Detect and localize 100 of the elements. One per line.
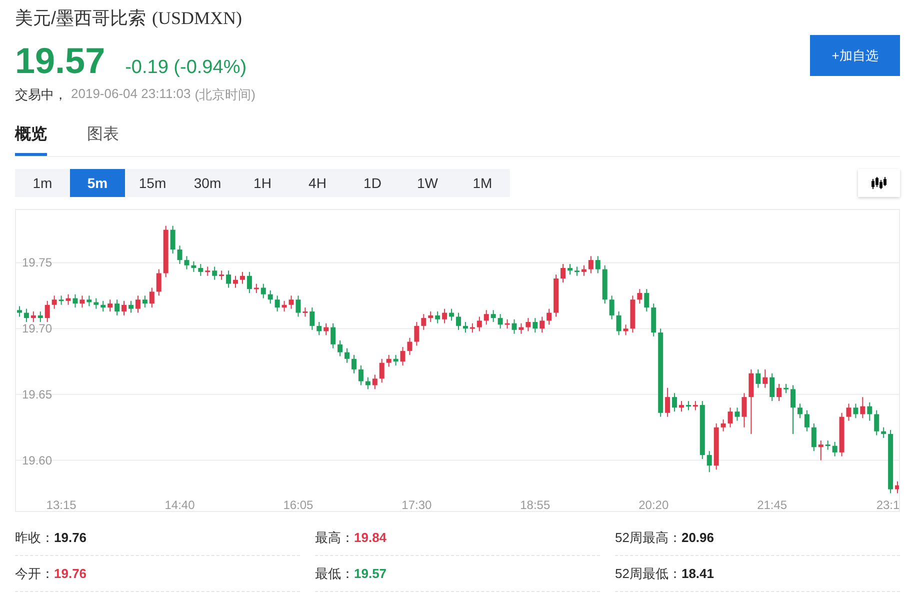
- candle: [330, 322, 336, 349]
- candle: [456, 312, 461, 330]
- x-axis-label: 17:30: [402, 498, 432, 511]
- candle: [379, 358, 384, 384]
- candle: [170, 225, 176, 254]
- candle: [184, 256, 190, 270]
- candle: [756, 368, 761, 388]
- interval-tab[interactable]: 4H: [290, 169, 345, 197]
- candle: [651, 303, 656, 337]
- stat-label: 昨收：: [15, 528, 54, 546]
- candle: [66, 294, 71, 306]
- candle: [386, 354, 392, 368]
- x-axis-label: 21:45: [757, 498, 788, 511]
- candle: [226, 270, 232, 288]
- candle: [602, 264, 608, 304]
- candle: [414, 321, 420, 346]
- stat-value: 18.41: [681, 566, 714, 581]
- candle: [637, 288, 642, 304]
- candle: [790, 384, 796, 434]
- candle: [504, 318, 510, 330]
- interval-tab[interactable]: 5m: [70, 169, 125, 197]
- trading-status: 交易中，: [15, 86, 67, 104]
- timestamp: 2019-06-04 23:11:03: [71, 86, 191, 103]
- candle: [888, 430, 894, 494]
- candle: [122, 300, 126, 316]
- candle: [156, 268, 162, 296]
- candle: [316, 321, 322, 336]
- candle: [372, 374, 378, 390]
- candle: [630, 295, 636, 334]
- candle: [428, 310, 434, 322]
- price-change: -0.19 (-0.94%): [125, 57, 247, 79]
- candle: [839, 412, 844, 457]
- candlestick-icon: [871, 177, 887, 189]
- candle: [212, 266, 218, 280]
- candle: [462, 321, 468, 334]
- candle: [748, 368, 754, 434]
- interval-tab[interactable]: 30m: [180, 169, 235, 197]
- candle: [260, 283, 266, 299]
- candle: [595, 256, 600, 274]
- candle: [442, 308, 448, 324]
- candle: [38, 310, 43, 322]
- candle: [302, 306, 308, 318]
- candle: [310, 306, 315, 330]
- candle: [797, 403, 802, 419]
- candle: [811, 422, 816, 452]
- candle: [867, 402, 872, 422]
- tab[interactable]: 概览: [15, 122, 47, 156]
- candle: [338, 340, 343, 357]
- candle: [609, 295, 614, 320]
- candle: [728, 407, 733, 428]
- candle: [804, 410, 810, 432]
- candle: [365, 376, 370, 390]
- candle: [282, 300, 287, 312]
- candle: [344, 348, 350, 364]
- interval-tab[interactable]: 15m: [125, 169, 180, 197]
- timezone: (北京时间): [194, 86, 256, 104]
- candle: [233, 275, 238, 288]
- candle: [274, 295, 280, 312]
- candle: [644, 288, 650, 312]
- candle: [742, 392, 747, 428]
- candle: [560, 264, 566, 283]
- interval-tab[interactable]: 1M: [455, 169, 510, 197]
- candle: [616, 310, 622, 336]
- y-axis-label: 19.75: [22, 256, 52, 270]
- tab[interactable]: 图表: [87, 122, 119, 156]
- interval-tab[interactable]: 1H: [235, 169, 290, 197]
- add-watchlist-button[interactable]: +加自选: [810, 35, 900, 76]
- candle: [874, 410, 880, 436]
- candle: [114, 299, 120, 316]
- x-axis-label: 13:15: [46, 498, 76, 511]
- chart-type-button[interactable]: [858, 169, 900, 197]
- candle: [24, 308, 29, 322]
- candle: [825, 440, 830, 450]
- interval-tab[interactable]: 1D: [345, 169, 400, 197]
- candle: [672, 392, 678, 412]
- candle: [532, 318, 538, 334]
- candle: [421, 314, 426, 330]
- candle: [692, 400, 698, 411]
- candle: [490, 310, 496, 322]
- candle: [860, 396, 866, 419]
- candle: [588, 256, 594, 274]
- candle: [288, 295, 294, 310]
- interval-tab[interactable]: 1m: [15, 169, 70, 197]
- candle: [52, 295, 57, 310]
- candle: [518, 322, 524, 334]
- stat-label: 52周最低：: [615, 564, 682, 582]
- candle: [853, 403, 858, 419]
- candle: [351, 354, 356, 374]
- candle: [581, 264, 586, 276]
- candle: [574, 266, 580, 276]
- candle: [142, 295, 148, 308]
- y-axis-label: 19.70: [22, 322, 52, 336]
- candle: [512, 318, 517, 334]
- candle: [407, 337, 412, 356]
- candle: [435, 310, 440, 324]
- candle: [128, 300, 134, 314]
- interval-tab[interactable]: 1W: [400, 169, 455, 197]
- x-axis-label: 16:05: [283, 498, 314, 511]
- candle: [324, 322, 329, 336]
- pair-code: (USDMXN): [152, 8, 242, 29]
